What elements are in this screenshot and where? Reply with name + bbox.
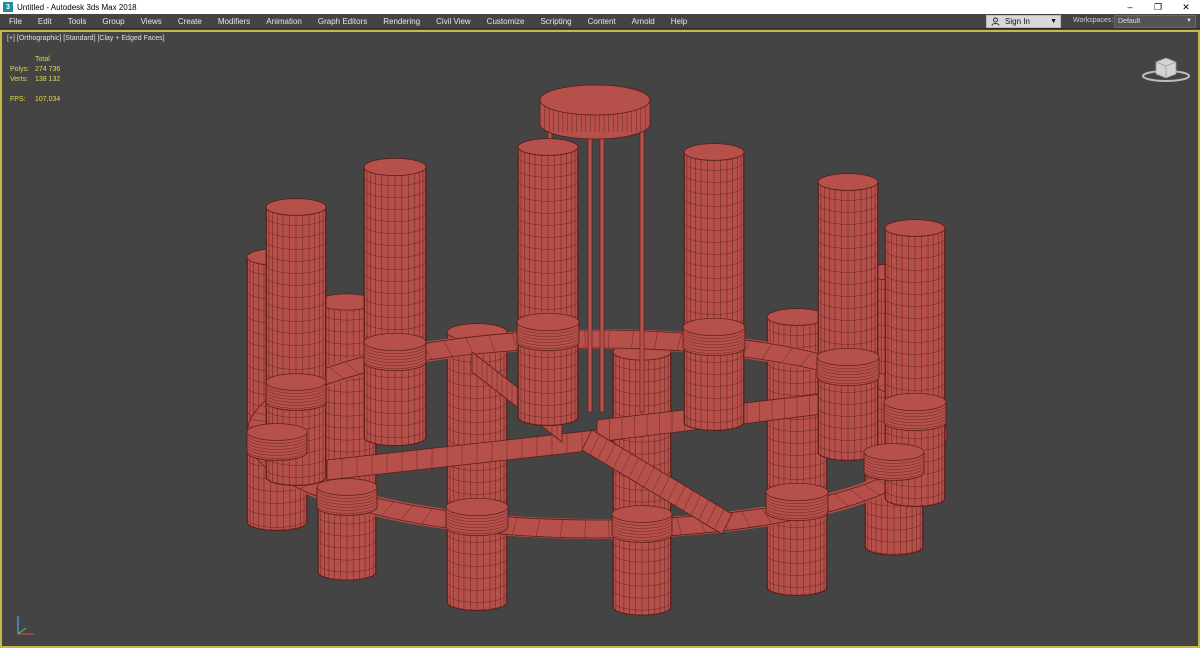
polys-label: Polys:: [10, 66, 30, 73]
viewcube-icon[interactable]: [1140, 52, 1192, 86]
close-button[interactable]: ✕: [1172, 0, 1200, 14]
verts-label: Verts:: [10, 76, 28, 83]
minimize-button[interactable]: –: [1116, 0, 1144, 14]
fps-label: FPS:: [10, 96, 26, 103]
menu-help[interactable]: Help: [663, 14, 695, 29]
menu-animation[interactable]: Animation: [258, 14, 310, 29]
menu-rendering[interactable]: Rendering: [375, 14, 428, 29]
menu-group[interactable]: Group: [94, 14, 132, 29]
suspension-rod: [587, 121, 593, 413]
menu-edit[interactable]: Edit: [30, 14, 60, 29]
viewport-label-menu[interactable]: [+] [Orthographic] [Standard] [Clay + Ed…: [7, 35, 165, 42]
tube-collar: [445, 497, 509, 537]
workspaces-dropdown[interactable]: Default ▼: [1114, 15, 1196, 28]
menu-graph-editors[interactable]: Graph Editors: [310, 14, 375, 29]
tube-collar: [316, 478, 378, 516]
restore-button[interactable]: ❐: [1144, 0, 1172, 14]
workspaces-label: Workspaces:: [1073, 17, 1114, 24]
fps-value: 107,034: [35, 96, 61, 103]
chevron-down-icon: ▼: [1050, 18, 1057, 25]
menu-create[interactable]: Create: [170, 14, 210, 29]
suspension-rod: [639, 121, 645, 413]
tube-collar: [611, 505, 673, 543]
verts-value: 138 132: [35, 76, 61, 83]
window-title: Untitled - Autodesk 3ds Max 2018: [17, 2, 137, 12]
chevron-down-icon: ▼: [1186, 18, 1192, 24]
menu-modifiers[interactable]: Modifiers: [210, 14, 258, 29]
stats-header: Total: [35, 56, 50, 63]
candle-tube: [517, 138, 579, 426]
menu-views[interactable]: Views: [133, 14, 170, 29]
tube-collar: [246, 423, 308, 461]
perspective-viewport[interactable]: [+] [Orthographic] [Standard] [Clay + Ed…: [0, 30, 1200, 648]
app-icon: 3: [3, 2, 13, 12]
tube-collar: [265, 373, 327, 411]
tube-collar: [682, 317, 746, 357]
menu-content[interactable]: Content: [580, 14, 624, 29]
candle-tube: [363, 157, 427, 447]
chandelier-model[interactable]: [2, 32, 1198, 646]
menu-arnold[interactable]: Arnold: [624, 14, 663, 29]
menu-scripting[interactable]: Scripting: [532, 14, 579, 29]
title-bar: 3 Untitled - Autodesk 3ds Max 2018 – ❐ ✕: [0, 0, 1200, 14]
workspaces-value: Default: [1118, 18, 1141, 25]
candle-tube: [817, 173, 879, 461]
sign-in-label: Sign In: [1005, 17, 1030, 26]
tube-collar: [816, 347, 880, 387]
user-icon: [991, 17, 1000, 26]
statistics-overlay: Total Polys: 274 736 Verts: 138 132 FPS: 10…: [10, 55, 75, 105]
polys-value: 274 736: [35, 66, 61, 73]
tube-collar: [765, 482, 829, 522]
menu-customize[interactable]: Customize: [479, 14, 533, 29]
menu-tools[interactable]: Tools: [60, 14, 95, 29]
tube-collar: [883, 392, 947, 432]
tube-collar: [363, 332, 427, 372]
menu-file[interactable]: File: [0, 14, 30, 29]
tube-collar: [516, 312, 580, 352]
sign-in-button[interactable]: Sign In ▼: [986, 15, 1061, 28]
tube-collar: [863, 443, 925, 481]
menu-civil-view[interactable]: Civil View: [428, 14, 479, 29]
suspension-rod: [599, 121, 605, 413]
candle-tube: [683, 143, 745, 431]
ceiling-canopy: [539, 84, 651, 140]
axis-tripod-icon: [17, 616, 34, 635]
